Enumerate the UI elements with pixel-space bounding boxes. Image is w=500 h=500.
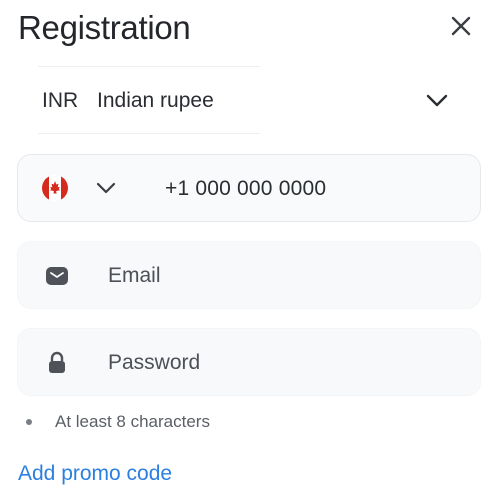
registration-panel: Registration INR Indian rupee +1 000 000…	[0, 0, 500, 500]
close-button[interactable]	[446, 11, 476, 41]
chevron-down-icon	[426, 94, 448, 107]
divider	[38, 133, 260, 134]
phone-input[interactable]: +1 000 000 0000	[165, 177, 326, 201]
phone-field[interactable]: +1 000 000 0000	[17, 154, 481, 222]
password-placeholder: Password	[108, 351, 201, 374]
divider	[38, 66, 260, 67]
currency-code: INR	[42, 89, 79, 112]
page-title: Registration	[18, 9, 191, 46]
envelope-icon	[46, 267, 68, 285]
close-icon	[451, 16, 471, 36]
add-promo-code-link[interactable]: Add promo code	[18, 462, 172, 486]
currency-name: Indian rupee	[97, 89, 214, 112]
email-field[interactable]: Email	[17, 241, 481, 309]
country-chevron-down-icon[interactable]	[94, 179, 118, 197]
password-requirement-text: At least 8 characters	[55, 412, 210, 431]
currency-select[interactable]: INR Indian rupee	[24, 66, 464, 134]
lock-icon	[49, 351, 65, 373]
bullet-icon	[26, 419, 32, 425]
canada-flag-icon	[42, 175, 68, 201]
email-placeholder: Email	[108, 264, 161, 287]
password-field[interactable]: Password	[17, 328, 481, 396]
